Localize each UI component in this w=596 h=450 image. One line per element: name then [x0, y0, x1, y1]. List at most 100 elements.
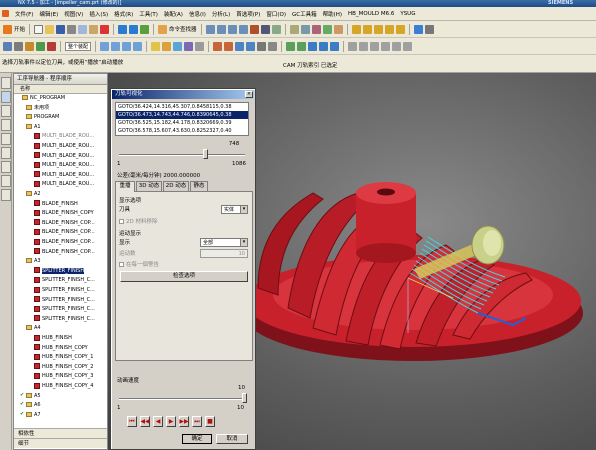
operation-row[interactable]: SPLITTER_FINISH_C... — [14, 305, 107, 314]
cylinder-icon[interactable] — [246, 41, 256, 51]
orient-view-icon[interactable] — [271, 24, 281, 34]
part-navigator-icon[interactable] — [1, 105, 11, 117]
create-method-icon[interactable] — [36, 41, 45, 51]
wireframe-view-icon[interactable] — [260, 24, 270, 34]
edge-blend-icon[interactable] — [286, 41, 296, 51]
menu-item[interactable]: GC工具箱 — [289, 10, 320, 18]
menu-item[interactable]: 格式(R) — [111, 10, 136, 18]
go-to-end-button[interactable]: ⏭ — [192, 416, 202, 427]
zoom-icon[interactable] — [216, 24, 226, 34]
operation-row[interactable]: SPLITTER_FINISH_C... — [14, 296, 107, 305]
paste-icon[interactable] — [89, 24, 99, 34]
layer-settings-icon[interactable] — [289, 24, 299, 34]
geometry-view-icon[interactable] — [122, 41, 132, 51]
subtract-icon[interactable] — [319, 41, 329, 51]
menu-item[interactable]: 装配(A) — [161, 10, 186, 18]
program-group-row[interactable]: A1 — [14, 123, 107, 132]
animation-speed-thumb[interactable] — [242, 393, 247, 403]
machine-tool-navigator-icon[interactable] — [1, 189, 11, 201]
program-group-row[interactable]: A2 — [14, 190, 107, 199]
spline-icon[interactable] — [403, 41, 413, 51]
operation-row[interactable]: HUB_FINISH_COPY_3 — [14, 372, 107, 381]
create-geometry-icon[interactable] — [25, 41, 34, 51]
move-object-icon[interactable] — [348, 41, 358, 51]
start-icon[interactable] — [2, 10, 9, 17]
rotate-icon[interactable] — [227, 24, 237, 34]
toolpath-position-thumb[interactable] — [202, 149, 208, 159]
tab-3d-dynamic[interactable]: 3D 动态 — [136, 181, 162, 191]
menu-item[interactable]: 帮助(H) — [320, 10, 345, 18]
go-to-start-button[interactable]: ⏮ — [127, 416, 137, 427]
operation-row[interactable]: SPLITTER_FINISH — [14, 267, 107, 276]
point-icon[interactable] — [370, 41, 380, 51]
save-icon[interactable] — [56, 24, 66, 34]
verify-toolpath-icon[interactable] — [173, 41, 183, 51]
cls-line[interactable]: GOTO/36.473,14.743,44.746,0.8390645,0.38 — [116, 111, 248, 119]
tool-display-select[interactable]: 实体 ▾ — [221, 205, 248, 214]
motion-display-select[interactable]: 全部 ▾ — [200, 238, 248, 247]
operation-row[interactable]: BLADE_FINISH_COP... — [14, 248, 107, 257]
tab-static[interactable]: 静态 — [190, 181, 208, 191]
generate-toolpath-icon[interactable] — [151, 41, 161, 51]
menu-item[interactable]: 信息(I) — [186, 10, 209, 18]
shop-documentation-icon[interactable] — [195, 41, 205, 51]
program-group-row[interactable]: NC_PROGRAM — [14, 94, 107, 103]
machine-tool-view-icon[interactable] — [111, 41, 121, 51]
fit-view-icon[interactable] — [205, 24, 215, 34]
method-view-icon[interactable] — [133, 41, 143, 51]
operation-row[interactable]: BLADE_FINISH_COP... — [14, 219, 107, 228]
delete-icon[interactable] — [100, 24, 110, 34]
operation-navigator-icon[interactable] — [1, 91, 11, 103]
pause-on-warning-checkbox[interactable]: 在每一個警告 — [119, 260, 159, 268]
menu-item[interactable]: YSUG — [397, 10, 418, 18]
play-reverse-button[interactable]: ◀ — [153, 416, 163, 427]
play-button[interactable]: ▶ — [166, 416, 176, 427]
ok-button[interactable]: 确定 — [182, 434, 212, 444]
menu-item[interactable]: HB_MOULD M6.6 — [345, 10, 397, 18]
analysis-icon[interactable] — [311, 24, 321, 34]
help-icon[interactable] — [413, 24, 423, 34]
program-group-row[interactable]: ✔ A6 — [14, 401, 107, 410]
cls-line[interactable]: GOTO/36.424,14.316,45.307,0.8458115,0.38 — [116, 103, 248, 111]
tab-2d-dynamic[interactable]: 2D 动态 — [163, 181, 189, 191]
operation-row[interactable]: BLADE_FINISH_COP... — [14, 228, 107, 237]
check-options-button[interactable]: 检查选项 — [120, 271, 248, 282]
pan-icon[interactable] — [238, 24, 248, 34]
selection-filter-dropdown[interactable]: 整个装配 — [65, 41, 92, 51]
postprocess-icon[interactable] — [184, 41, 194, 51]
history-icon[interactable] — [1, 147, 11, 159]
chamfer-icon[interactable] — [297, 41, 307, 51]
start-button[interactable]: 开始 — [14, 25, 25, 33]
section-view-icon[interactable] — [333, 24, 343, 34]
snap-quadrant-icon[interactable] — [395, 24, 405, 34]
command-finder-icon[interactable] — [158, 24, 168, 34]
operation-row[interactable]: HUB_FINISH_COPY_1 — [14, 353, 107, 362]
menu-item[interactable]: 窗口(O) — [263, 10, 289, 18]
shaded-view-icon[interactable] — [249, 24, 259, 34]
operation-row[interactable]: MULTI_BLADE_ROU... — [14, 132, 107, 141]
cancel-button[interactable]: 取消 — [216, 434, 248, 444]
motion-count-input[interactable]: 10 — [200, 249, 248, 258]
open-folder-icon[interactable] — [45, 24, 55, 34]
program-group-row[interactable]: PROGRAM — [14, 113, 107, 122]
program-group-row[interactable]: 未用项 — [14, 104, 107, 113]
assembly-navigator-icon[interactable] — [1, 77, 11, 89]
create-tool-icon[interactable] — [14, 41, 23, 51]
program-group-row[interactable]: A4 — [14, 324, 107, 333]
snap-center-icon[interactable] — [384, 24, 394, 34]
create-program-icon[interactable] — [3, 41, 12, 51]
replay-toolpath-icon[interactable] — [162, 41, 172, 51]
unite-icon[interactable] — [308, 41, 318, 51]
new-file-icon[interactable] — [34, 24, 44, 34]
boss-icon[interactable] — [268, 41, 278, 51]
program-group-row[interactable]: ✔ A7 — [14, 411, 107, 420]
step-forward-button[interactable]: ▶▶ — [179, 416, 189, 427]
repeat-command-icon[interactable] — [140, 24, 150, 34]
show-hide-icon[interactable] — [300, 24, 310, 34]
revolve-icon[interactable] — [224, 41, 234, 51]
menu-item[interactable]: 分析(L) — [209, 10, 233, 18]
wcs-icon[interactable] — [359, 41, 369, 51]
operation-row[interactable]: BLADE_FINISH — [14, 200, 107, 209]
system-materials-icon[interactable] — [1, 161, 11, 173]
operation-row[interactable]: SPLITTER_FINISH_C... — [14, 276, 107, 285]
